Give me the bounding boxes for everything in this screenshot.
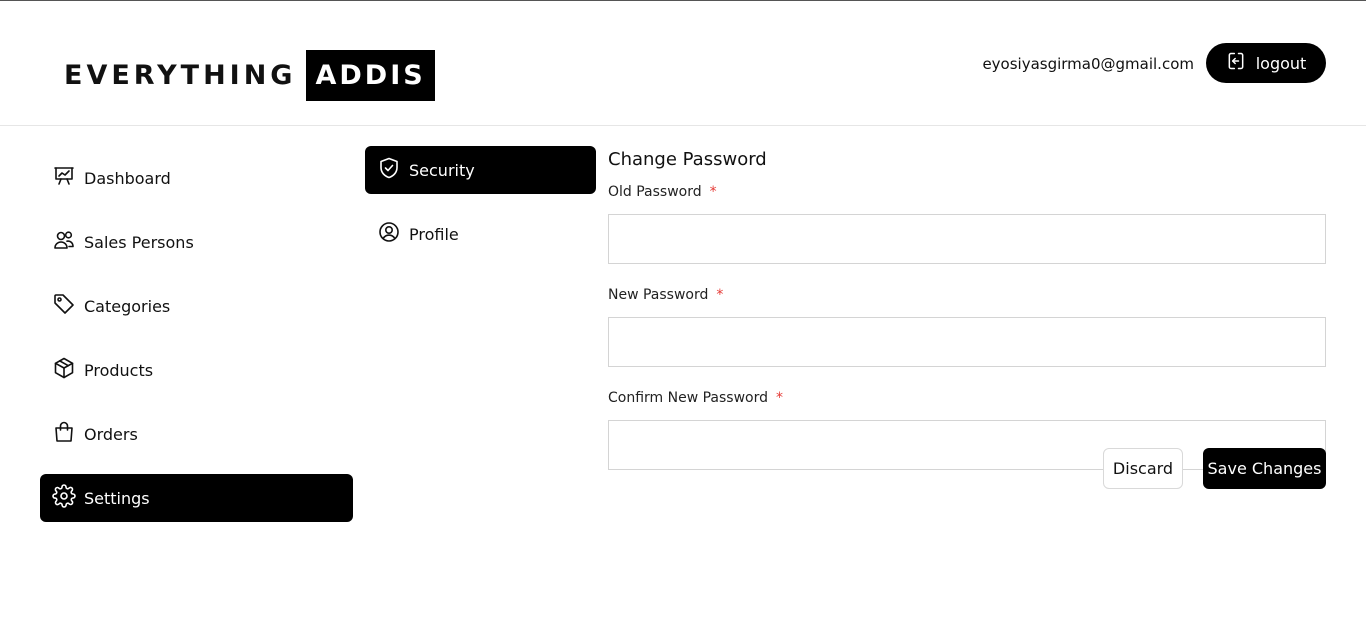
- sidebar-item-dashboard[interactable]: Dashboard: [40, 154, 353, 202]
- brand-logo-part1: EVERYTHING: [64, 60, 297, 91]
- discard-button[interactable]: Discard: [1103, 448, 1183, 489]
- tag-icon: [52, 292, 84, 320]
- sidebar-item-label: Sales Persons: [84, 232, 194, 252]
- new-password-label-text: New Password: [608, 287, 709, 303]
- sidebar-item-label: Dashboard: [84, 168, 171, 188]
- sidebar-item-categories[interactable]: Categories: [40, 282, 353, 330]
- confirm-password-label: Confirm New Password *: [608, 389, 1326, 407]
- sidebar: Dashboard Sales Persons Categories Produ…: [40, 154, 353, 538]
- shield-check-icon: [377, 156, 409, 184]
- sidebar-item-products[interactable]: Products: [40, 346, 353, 394]
- shopping-bag-icon: [52, 420, 84, 448]
- user-circle-icon: [377, 220, 409, 248]
- save-changes-button[interactable]: Save Changes: [1203, 448, 1326, 489]
- tab-profile[interactable]: Profile: [365, 210, 596, 258]
- user-email: eyosiyasgirma0@gmail.com: [982, 55, 1194, 73]
- new-password-label: New Password *: [608, 286, 1326, 304]
- settings-subnav: Security Profile: [365, 146, 596, 274]
- sidebar-item-label: Categories: [84, 296, 171, 316]
- change-password-form: Change Password Old Password * New Passwo…: [608, 148, 1326, 489]
- required-marker: *: [709, 184, 717, 200]
- form-title: Change Password: [608, 149, 767, 170]
- tab-label: Profile: [409, 224, 459, 244]
- old-password-label-text: Old Password: [608, 184, 702, 200]
- tab-label: Security: [409, 160, 475, 180]
- form-actions: Discard Save Changes: [608, 448, 1326, 489]
- sidebar-item-sales-persons[interactable]: Sales Persons: [40, 218, 353, 266]
- confirm-password-label-text: Confirm New Password: [608, 390, 769, 406]
- sidebar-item-label: Products: [84, 360, 154, 380]
- new-password-input[interactable]: [608, 317, 1326, 367]
- required-marker: *: [776, 390, 784, 406]
- sidebar-item-settings[interactable]: Settings: [40, 474, 353, 522]
- sidebar-item-label: Orders: [84, 424, 138, 444]
- presentation-chart-icon: [52, 164, 84, 192]
- old-password-label: Old Password *: [608, 183, 1326, 201]
- tab-security[interactable]: Security: [365, 146, 596, 194]
- required-marker: *: [716, 287, 724, 303]
- logout-button[interactable]: logout: [1206, 43, 1326, 83]
- brand-logo-part2: ADDIS: [306, 50, 435, 101]
- old-password-input[interactable]: [608, 214, 1326, 264]
- users-icon: [52, 228, 84, 256]
- box-icon: [52, 356, 84, 384]
- logout-label: logout: [1255, 53, 1307, 73]
- brand-logo[interactable]: EVERYTHING ADDIS: [64, 50, 435, 101]
- gear-icon: [52, 484, 84, 512]
- sidebar-item-label: Settings: [84, 488, 150, 508]
- logout-icon: [1226, 51, 1246, 75]
- sidebar-item-orders[interactable]: Orders: [40, 410, 353, 458]
- app-header: EVERYTHING ADDIS eyosiyasgirma0@gmail.co…: [0, 1, 1366, 126]
